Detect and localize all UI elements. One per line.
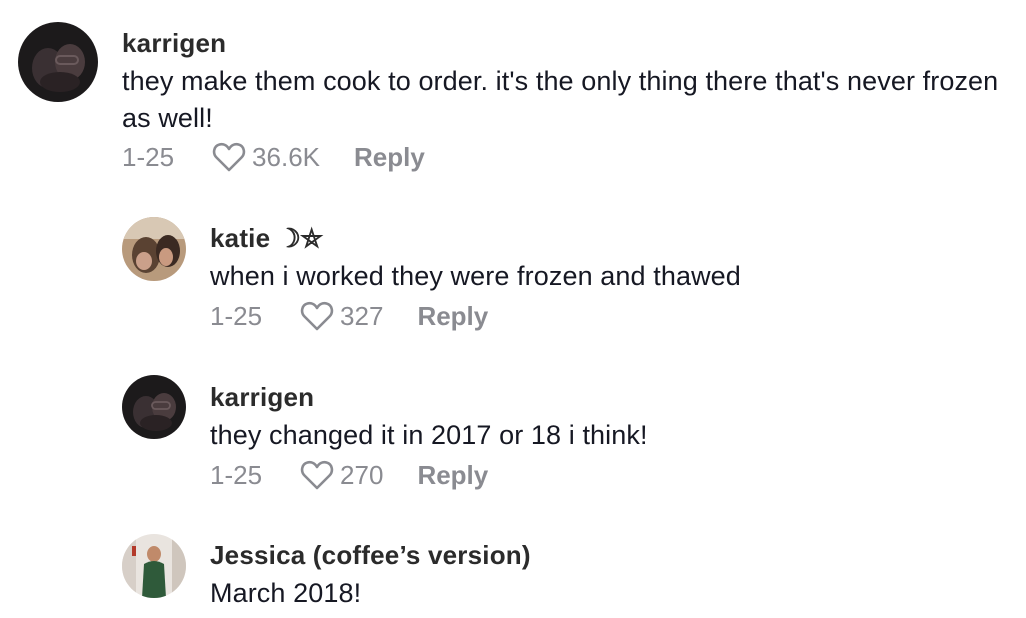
avatar[interactable] xyxy=(122,375,186,439)
reply-username[interactable]: katie ☽⛤ xyxy=(210,223,322,255)
comment-date: 1-25 xyxy=(122,141,175,172)
reply-meta: 1-25 270 Reply xyxy=(210,459,488,491)
reply-item: katie ☽⛤ when i worked they were frozen … xyxy=(0,200,1026,350)
reply-button[interactable]: Reply xyxy=(417,301,488,332)
reply-date: 1-25 xyxy=(210,300,263,331)
like-button[interactable]: 36.6K xyxy=(212,141,320,173)
reply-button[interactable]: Reply xyxy=(417,460,488,491)
like-count: 270 xyxy=(340,459,384,490)
reply-username[interactable]: Jessica (coffee’s version) xyxy=(210,540,531,571)
heart-outline-icon xyxy=(300,460,334,490)
comment-item: karrigen they make them cook to order. i… xyxy=(0,0,1026,190)
like-count: 327 xyxy=(340,300,384,331)
reply-text: when i worked they were frozen and thawe… xyxy=(210,261,741,291)
reply-date: 1-25 xyxy=(210,459,263,490)
reply-button[interactable]: Reply xyxy=(354,142,425,173)
comment-text: they make them cook to order. it's the o… xyxy=(122,66,999,133)
like-count: 36.6K xyxy=(252,141,320,172)
reply-username[interactable]: karrigen xyxy=(210,382,314,413)
heart-outline-icon xyxy=(212,142,246,172)
like-button[interactable]: 270 xyxy=(300,459,383,491)
like-button[interactable]: 327 xyxy=(300,300,383,332)
avatar[interactable] xyxy=(122,217,186,281)
reply-text: they changed it in 2017 or 18 i think! xyxy=(210,420,648,450)
reply-text: March 2018! xyxy=(210,578,362,608)
avatar[interactable] xyxy=(18,22,98,102)
reply-meta: 1-25 327 Reply xyxy=(210,300,488,332)
reply-item: karrigen they changed it in 2017 or 18 i… xyxy=(0,360,1026,510)
reply-item: Jessica (coffee’s version) March 2018! xyxy=(0,520,1026,618)
comment-meta: 1-25 36.6K Reply xyxy=(122,141,425,173)
heart-outline-icon xyxy=(300,301,334,331)
avatar[interactable] xyxy=(122,534,186,598)
comment-username[interactable]: karrigen xyxy=(122,28,226,59)
